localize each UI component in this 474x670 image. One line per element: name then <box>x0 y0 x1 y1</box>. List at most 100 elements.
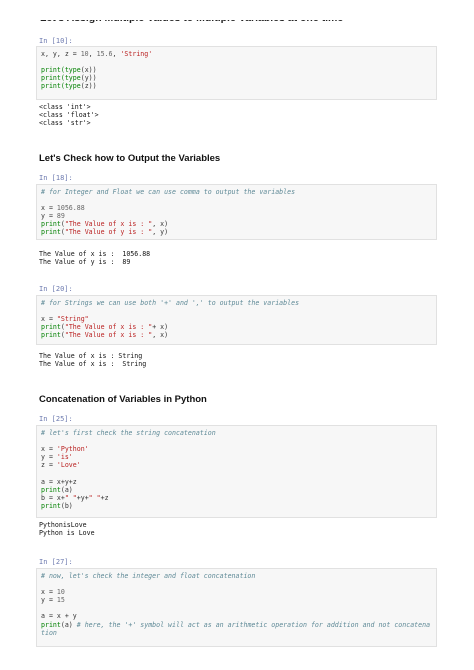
code-token: "The Value of x is : " <box>64 331 153 340</box>
output-line: The Value of x is : String <box>39 360 147 369</box>
code-token: 10 <box>56 588 65 597</box>
code-token: print <box>41 228 61 237</box>
code-line: y = 'is' <box>41 453 436 461</box>
code-token: b = x+ <box>41 493 65 502</box>
output-line: <class 'float'> <box>39 111 99 120</box>
section-heading: Concatenation of Variables in Python <box>39 394 207 405</box>
code-line: # let's first check the string concatena… <box>41 429 436 437</box>
code-line: print(type(y)) <box>41 74 436 82</box>
code-token: "The Value of x is : " <box>64 323 153 332</box>
code-token: x, y, z = <box>41 50 81 58</box>
code-token: print <box>41 323 61 332</box>
code-token: (y)) <box>80 74 97 83</box>
code-token: 1056.88 <box>56 204 85 213</box>
code-line: a = x + y <box>41 612 436 620</box>
code-token: a = x + y <box>41 612 77 621</box>
output-line: Python is Love <box>39 529 95 538</box>
code-token: 'String' <box>120 50 153 58</box>
code-line: # now, let's check the integer and float… <box>41 572 436 580</box>
code-token: 15.6 <box>96 50 113 58</box>
output-line: The Value of x is : 1056.88 <box>39 250 151 258</box>
code-cell[interactable]: # for Integer and Float we can use comma… <box>36 184 437 240</box>
code-token: +z <box>100 493 109 502</box>
code-line: print(b) <box>41 502 436 510</box>
code-line: b = x+" "+y+" "+z <box>41 494 436 502</box>
output-line: The Value of y is : 89 <box>39 258 131 267</box>
code-token: 15 <box>56 596 65 605</box>
notebook-page: Let's Assign Multiple Values to Multiple… <box>0 0 474 670</box>
output-line: <class 'int'> <box>39 103 91 111</box>
code-token: 89 <box>56 212 65 221</box>
code-token: , y) <box>152 228 169 237</box>
code-cell[interactable]: x, y, z = 10, 15.6, 'String' print(type(… <box>36 46 437 100</box>
section-heading: Let's Check how to Output the Variables <box>39 153 221 164</box>
code-line: print(type(z)) <box>41 82 436 90</box>
code-line: print(a) <box>41 486 436 494</box>
code-token: y = <box>41 596 57 605</box>
code-token: , x) <box>152 220 169 229</box>
code-token: (a) <box>60 485 73 494</box>
code-token: print <box>41 501 61 510</box>
code-token: print <box>41 331 61 340</box>
code-line: x = 10 <box>41 588 436 596</box>
code-line: print("The Value of x is : ", x) <box>41 220 436 228</box>
code-token: +y+ <box>76 493 89 502</box>
code-token: y = <box>41 212 57 221</box>
code-token: , x) <box>152 331 169 340</box>
output-line: <class 'str'> <box>39 119 91 128</box>
code-token: 'Love' <box>56 461 81 470</box>
cell-prompt: In [18]: <box>39 174 73 182</box>
code-token: (b) <box>60 501 73 510</box>
code-token: # let's first check the string concatena… <box>41 429 216 437</box>
code-token: print <box>41 620 61 629</box>
code-line: print("The Value of y is : ", y) <box>41 228 436 236</box>
cell-output: PythonisLove Python is Love <box>39 521 95 537</box>
code-token: # now, let's check the integer and float… <box>41 572 256 580</box>
cell-prompt: In [10]: <box>39 37 73 45</box>
cell-output: The Value of x is : String The Value of x… <box>39 352 146 368</box>
code-token: x = <box>41 445 57 454</box>
code-line: y = 15 <box>41 596 436 604</box>
code-token: x = <box>41 204 57 213</box>
code-token: " " <box>64 493 77 502</box>
code-token: (a) <box>60 620 77 629</box>
code-line: print("The Value of x is : ", x) <box>41 331 436 339</box>
code-token: tion <box>41 628 57 637</box>
output-line: The Value of x is : String <box>39 352 143 360</box>
code-token: print <box>41 66 61 75</box>
cell-output: The Value of x is : 1056.88 The Value of … <box>39 250 150 266</box>
code-token: 'Python' <box>56 445 89 454</box>
code-token: print <box>41 74 61 83</box>
code-cell[interactable]: # now, let's check the integer and float… <box>36 568 437 647</box>
code-token: x = <box>41 315 57 324</box>
code-token: # for Strings we can use both '+' and ',… <box>41 299 300 307</box>
code-line: print(a) # here, the '+' symbol will act… <box>41 621 436 629</box>
code-token: # for Integer and Float we can use comma… <box>41 188 296 196</box>
code-token: , <box>88 50 97 58</box>
code-token: y = <box>41 453 57 462</box>
code-line: y = 89 <box>41 212 436 220</box>
code-token: (type <box>60 82 81 91</box>
code-token: # here, the '+' symbol will act as an ar… <box>76 620 431 629</box>
code-token: "String" <box>56 315 89 324</box>
code-token: x = <box>41 588 57 597</box>
cell-prompt: In [20]: <box>39 285 73 293</box>
code-token: print <box>41 485 61 494</box>
code-token: (x)) <box>80 66 97 75</box>
code-token: (type <box>60 66 81 75</box>
code-cell[interactable]: # let's first check the string concatena… <box>36 425 437 518</box>
code-token: (type <box>60 74 81 83</box>
code-token: (z)) <box>80 82 97 91</box>
cell-prompt: In [27]: <box>39 558 73 566</box>
code-token: 10 <box>80 50 89 58</box>
code-token: print <box>41 220 61 229</box>
code-token: " " <box>88 493 101 502</box>
code-token: + x) <box>152 323 169 332</box>
code-token: 'is' <box>56 453 73 462</box>
code-cell[interactable]: # for Strings we can use both '+' and ',… <box>36 295 437 345</box>
